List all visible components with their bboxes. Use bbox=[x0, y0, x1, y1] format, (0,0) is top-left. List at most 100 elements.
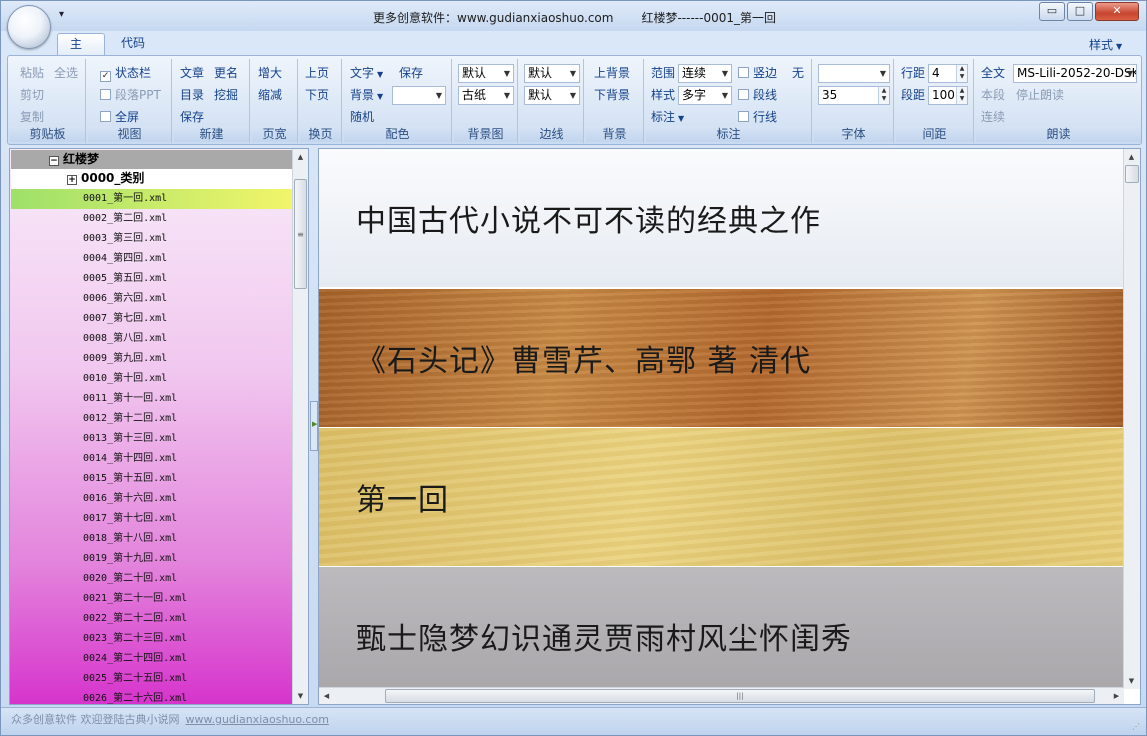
tree-item[interactable]: 0003_第三回.xml bbox=[11, 229, 293, 249]
read-all-button[interactable]: 全文 bbox=[981, 64, 1005, 81]
scroll-up-icon[interactable]: ▲ bbox=[293, 149, 308, 165]
close-button[interactable]: ✕ bbox=[1095, 2, 1139, 21]
tab-code[interactable]: 代码 bbox=[109, 33, 157, 55]
font-size-spinner[interactable]: 35 ▲ ▼ bbox=[818, 86, 890, 105]
expand-icon[interactable]: + bbox=[67, 175, 77, 185]
reader-vertical-scrollbar[interactable]: ▲ ▼ bbox=[1123, 149, 1140, 689]
tree-scroll-thumb[interactable]: ≡ bbox=[294, 179, 307, 289]
tree-item[interactable]: 0025_第二十五回.xml bbox=[11, 669, 293, 689]
font-name-select[interactable]: ▼ bbox=[818, 64, 890, 83]
bg-color-select[interactable]: ▼ bbox=[392, 86, 446, 105]
tree-item[interactable]: 0019_第十九回.xml bbox=[11, 549, 293, 569]
tree-item[interactable]: 0018_第十八回.xml bbox=[11, 529, 293, 549]
row-line-checkbox[interactable]: 行线 bbox=[738, 108, 777, 125]
collapse-icon[interactable]: − bbox=[49, 156, 59, 166]
para-ppt-checkbox[interactable]: 段落PPT bbox=[100, 86, 161, 103]
continuous-read-button[interactable]: 连续 bbox=[981, 108, 1005, 125]
font-size-value: 35 bbox=[822, 88, 838, 102]
catalog-button[interactable]: 目录 bbox=[180, 86, 204, 103]
tree-item[interactable]: 0012_第十二回.xml bbox=[11, 409, 293, 429]
scroll-right-icon[interactable]: ▶ bbox=[1109, 688, 1124, 704]
rename-button[interactable]: 更名 bbox=[214, 64, 238, 81]
group-bgimage: 默认 ▼ 古纸 ▼ 背景图 bbox=[454, 59, 518, 143]
tree-item[interactable]: 0021_第二十一回.xml bbox=[11, 589, 293, 609]
voice-select[interactable]: MS-Lili-2052-20-DSK ▼ bbox=[1013, 64, 1137, 83]
tree-item[interactable]: 0007_第七回.xml bbox=[11, 309, 293, 329]
tree-item[interactable]: 0023_第二十三回.xml bbox=[11, 629, 293, 649]
mark-dropdown[interactable]: 标注 ▼ bbox=[651, 108, 684, 125]
tree-item[interactable]: 0010_第十回.xml bbox=[11, 369, 293, 389]
scroll-up-icon[interactable]: ▲ bbox=[1124, 149, 1139, 165]
minimize-button[interactable]: ▭ bbox=[1039, 2, 1065, 21]
bgimage-select-2[interactable]: 古纸 ▼ bbox=[458, 86, 514, 105]
bgimage-select-1[interactable]: 默认 ▼ bbox=[458, 64, 514, 83]
pane-splitter[interactable]: ▶ bbox=[310, 401, 318, 451]
article-button[interactable]: 文章 bbox=[180, 64, 204, 81]
tree-item[interactable]: 0005_第五回.xml bbox=[11, 269, 293, 289]
paste-button[interactable]: 粘贴 bbox=[20, 64, 44, 81]
tree-item[interactable]: 0016_第十六回.xml bbox=[11, 489, 293, 509]
spinner-arrows-icon[interactable]: ▲ ▼ bbox=[956, 87, 967, 104]
spinner-arrows-icon[interactable]: ▲ ▼ bbox=[956, 65, 967, 82]
prev-page-button[interactable]: 上页 bbox=[305, 64, 329, 81]
tree-item[interactable]: 0006_第六回.xml bbox=[11, 289, 293, 309]
tree-item[interactable]: 0024_第二十四回.xml bbox=[11, 649, 293, 669]
tree-category-node[interactable]: +0000_类别 bbox=[11, 169, 293, 189]
tree-item[interactable]: 0020_第二十回.xml bbox=[11, 569, 293, 589]
para-line-checkbox[interactable]: 段线 bbox=[738, 86, 777, 103]
tree-item[interactable]: 0009_第九回.xml bbox=[11, 349, 293, 369]
scroll-down-icon[interactable]: ▼ bbox=[1124, 673, 1139, 689]
para-spacing-spinner[interactable]: 100 ▲ ▼ bbox=[928, 86, 968, 105]
next-background-button[interactable]: 下背景 bbox=[594, 86, 630, 103]
tree-item[interactable]: 0004_第四回.xml bbox=[11, 249, 293, 269]
tree-root-node[interactable]: − 红楼梦 bbox=[11, 150, 293, 169]
grow-width-button[interactable]: 增大 bbox=[258, 64, 282, 81]
tree-item[interactable]: 0017_第十七回.xml bbox=[11, 509, 293, 529]
next-page-button[interactable]: 下页 bbox=[305, 86, 329, 103]
shrink-width-button[interactable]: 缩减 bbox=[258, 86, 282, 103]
range-select[interactable]: 连续 ▼ bbox=[678, 64, 732, 83]
save-colors-button[interactable]: 保存 bbox=[399, 64, 423, 81]
border-select-2[interactable]: 默认 ▼ bbox=[524, 86, 580, 105]
copy-button[interactable]: 复制 bbox=[20, 108, 44, 125]
statusbar-checkbox[interactable]: ✓ 状态栏 bbox=[100, 64, 151, 82]
tree-item[interactable]: 0015_第十五回.xml bbox=[11, 469, 293, 489]
tree-item[interactable]: 0014_第十四回.xml bbox=[11, 449, 293, 469]
resize-grip-icon[interactable]: ⋰ bbox=[1132, 722, 1142, 732]
tree-item[interactable]: 0008_第八回.xml bbox=[11, 329, 293, 349]
tree-item[interactable]: 0002_第二回.xml bbox=[11, 209, 293, 229]
select-all-button[interactable]: 全选 bbox=[54, 64, 78, 81]
bg-color-dropdown[interactable]: 背景 ▼ bbox=[350, 86, 383, 103]
none-button[interactable]: 无 bbox=[792, 64, 804, 81]
mark-style-select[interactable]: 多字 ▼ bbox=[678, 86, 732, 105]
read-paragraph-button[interactable]: 本段 bbox=[981, 86, 1005, 103]
text-color-dropdown[interactable]: 文字 ▼ bbox=[350, 64, 383, 81]
style-menu-button[interactable]: 样式 ▼ bbox=[1089, 36, 1122, 53]
tree-item[interactable]: 0026_第二十六回.xml bbox=[11, 689, 293, 704]
cut-button[interactable]: 剪切 bbox=[20, 86, 44, 103]
stop-reading-button[interactable]: 停止朗读 bbox=[1016, 86, 1064, 103]
reader-horizontal-scrollbar[interactable]: ◀ ||| ▶ bbox=[319, 687, 1124, 704]
fullscreen-checkbox[interactable]: 全屏 bbox=[100, 108, 139, 125]
mine-button[interactable]: 挖掘 bbox=[214, 86, 238, 103]
border-select-1[interactable]: 默认 ▼ bbox=[524, 64, 580, 83]
tab-home[interactable]: 主页 bbox=[57, 33, 105, 72]
spinner-arrows-icon[interactable]: ▲ ▼ bbox=[878, 87, 889, 104]
reader-hscroll-thumb[interactable]: ||| bbox=[385, 689, 1095, 703]
vline-checkbox[interactable]: 竖边 bbox=[738, 64, 777, 81]
scroll-left-icon[interactable]: ◀ bbox=[319, 688, 334, 704]
line-spacing-spinner[interactable]: 4 ▲ ▼ bbox=[928, 64, 968, 83]
status-website-link[interactable]: www.gudianxiaoshuo.com bbox=[186, 713, 329, 726]
tree-scrollbar[interactable]: ▲ ≡ ▼ bbox=[292, 149, 308, 704]
prev-background-button[interactable]: 上背景 bbox=[594, 64, 630, 81]
reader-scroll-thumb[interactable] bbox=[1125, 165, 1139, 183]
random-color-button[interactable]: 随机 bbox=[350, 108, 374, 125]
tree-item[interactable]: 0001_第一回.xml bbox=[11, 189, 293, 209]
tree-item[interactable]: 0022_第二十二回.xml bbox=[11, 609, 293, 629]
tree-item[interactable]: 0011_第十一回.xml bbox=[11, 389, 293, 409]
tree-item[interactable]: 0013_第十三回.xml bbox=[11, 429, 293, 449]
maximize-button[interactable]: □ bbox=[1067, 2, 1093, 21]
app-menu-orb-button[interactable] bbox=[7, 5, 51, 49]
scroll-down-icon[interactable]: ▼ bbox=[293, 688, 308, 704]
save-button[interactable]: 保存 bbox=[180, 108, 204, 125]
